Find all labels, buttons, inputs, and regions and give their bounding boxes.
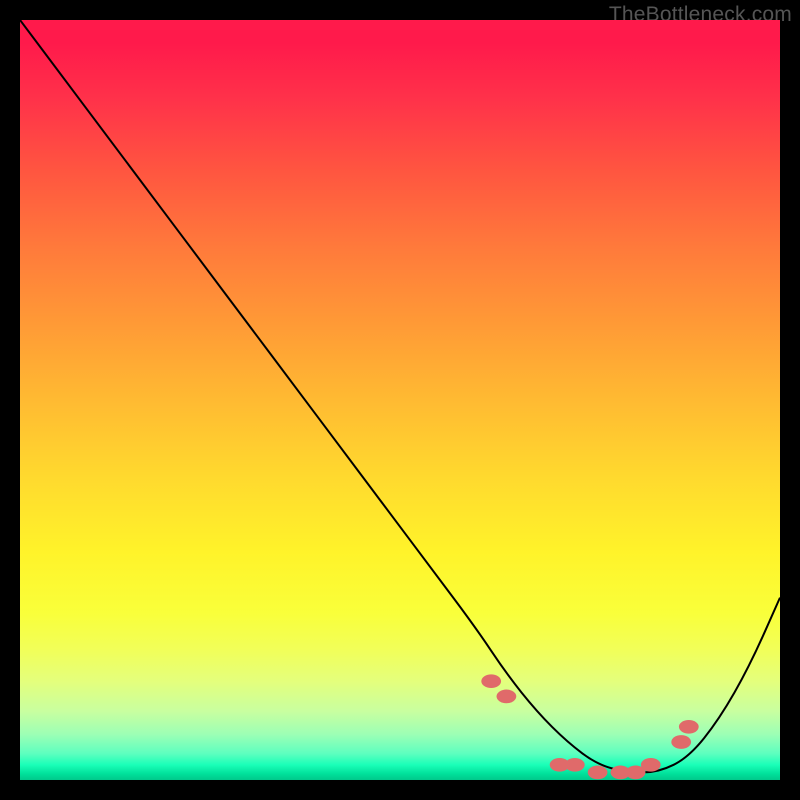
plot-area (20, 20, 780, 780)
bottleneck-curve-path (20, 20, 780, 772)
highlight-dot (679, 720, 699, 734)
highlight-dot (641, 758, 661, 772)
highlight-dot (481, 674, 501, 688)
chart-stage: TheBottleneck.com (0, 0, 800, 800)
highlight-dot (565, 758, 585, 772)
highlight-dot (671, 735, 691, 749)
highlight-dot (588, 766, 608, 780)
highlight-dot (497, 690, 517, 704)
curve-group (20, 20, 780, 772)
marker-group (481, 674, 698, 779)
curve-svg (20, 20, 780, 780)
